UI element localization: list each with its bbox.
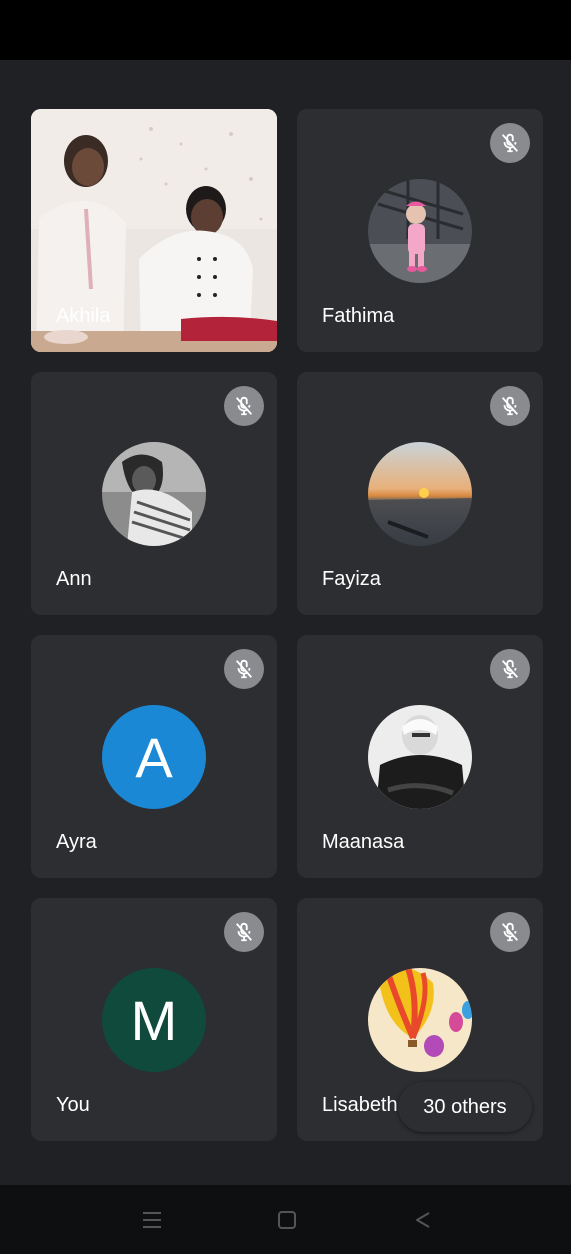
mic-off-icon — [490, 123, 530, 163]
avatar — [368, 968, 472, 1072]
home-icon[interactable] — [274, 1207, 300, 1233]
avatar — [368, 442, 472, 546]
participant-name: Ayra — [56, 831, 97, 853]
avatar: M — [102, 968, 206, 1072]
avatar: A — [102, 705, 206, 809]
mic-off-icon — [490, 386, 530, 426]
status-bar — [0, 0, 571, 60]
others-count-button[interactable]: 30 others — [398, 1082, 532, 1132]
participant-tile-fathima[interactable]: Fathima — [297, 109, 543, 352]
navigation-bar — [0, 1185, 571, 1254]
mic-off-icon — [490, 912, 530, 952]
participant-tile-fayiza[interactable]: Fayiza — [297, 372, 543, 615]
participant-tile-you[interactable]: M You — [31, 898, 277, 1141]
participant-tile-ayra[interactable]: A Ayra — [31, 635, 277, 878]
participant-tile-ann[interactable]: Ann — [31, 372, 277, 615]
avatar-letter: A — [135, 725, 173, 789]
participant-name: Maanasa — [322, 831, 405, 853]
recent-apps-icon[interactable] — [139, 1207, 165, 1233]
mic-off-icon — [224, 649, 264, 689]
mic-off-icon — [490, 649, 530, 689]
participant-tile-akhila[interactable]: Akhila — [31, 109, 277, 352]
participant-name: Fayiza — [322, 568, 381, 590]
avatar — [102, 442, 206, 546]
participant-tile-maanasa[interactable]: Maanasa — [297, 635, 543, 878]
avatar — [368, 705, 472, 809]
back-icon[interactable] — [410, 1207, 436, 1233]
mic-off-icon — [224, 912, 264, 952]
others-label: 30 others — [423, 1095, 507, 1118]
participant-name: You — [56, 1094, 90, 1116]
participant-name: Ann — [56, 568, 92, 590]
avatar-letter: M — [130, 988, 178, 1052]
avatar — [368, 179, 472, 283]
mic-off-icon — [224, 386, 264, 426]
participant-name: Lisabeth — [322, 1094, 398, 1116]
participant-name: Akhila — [56, 305, 111, 327]
participant-name: Fathima — [322, 305, 395, 327]
